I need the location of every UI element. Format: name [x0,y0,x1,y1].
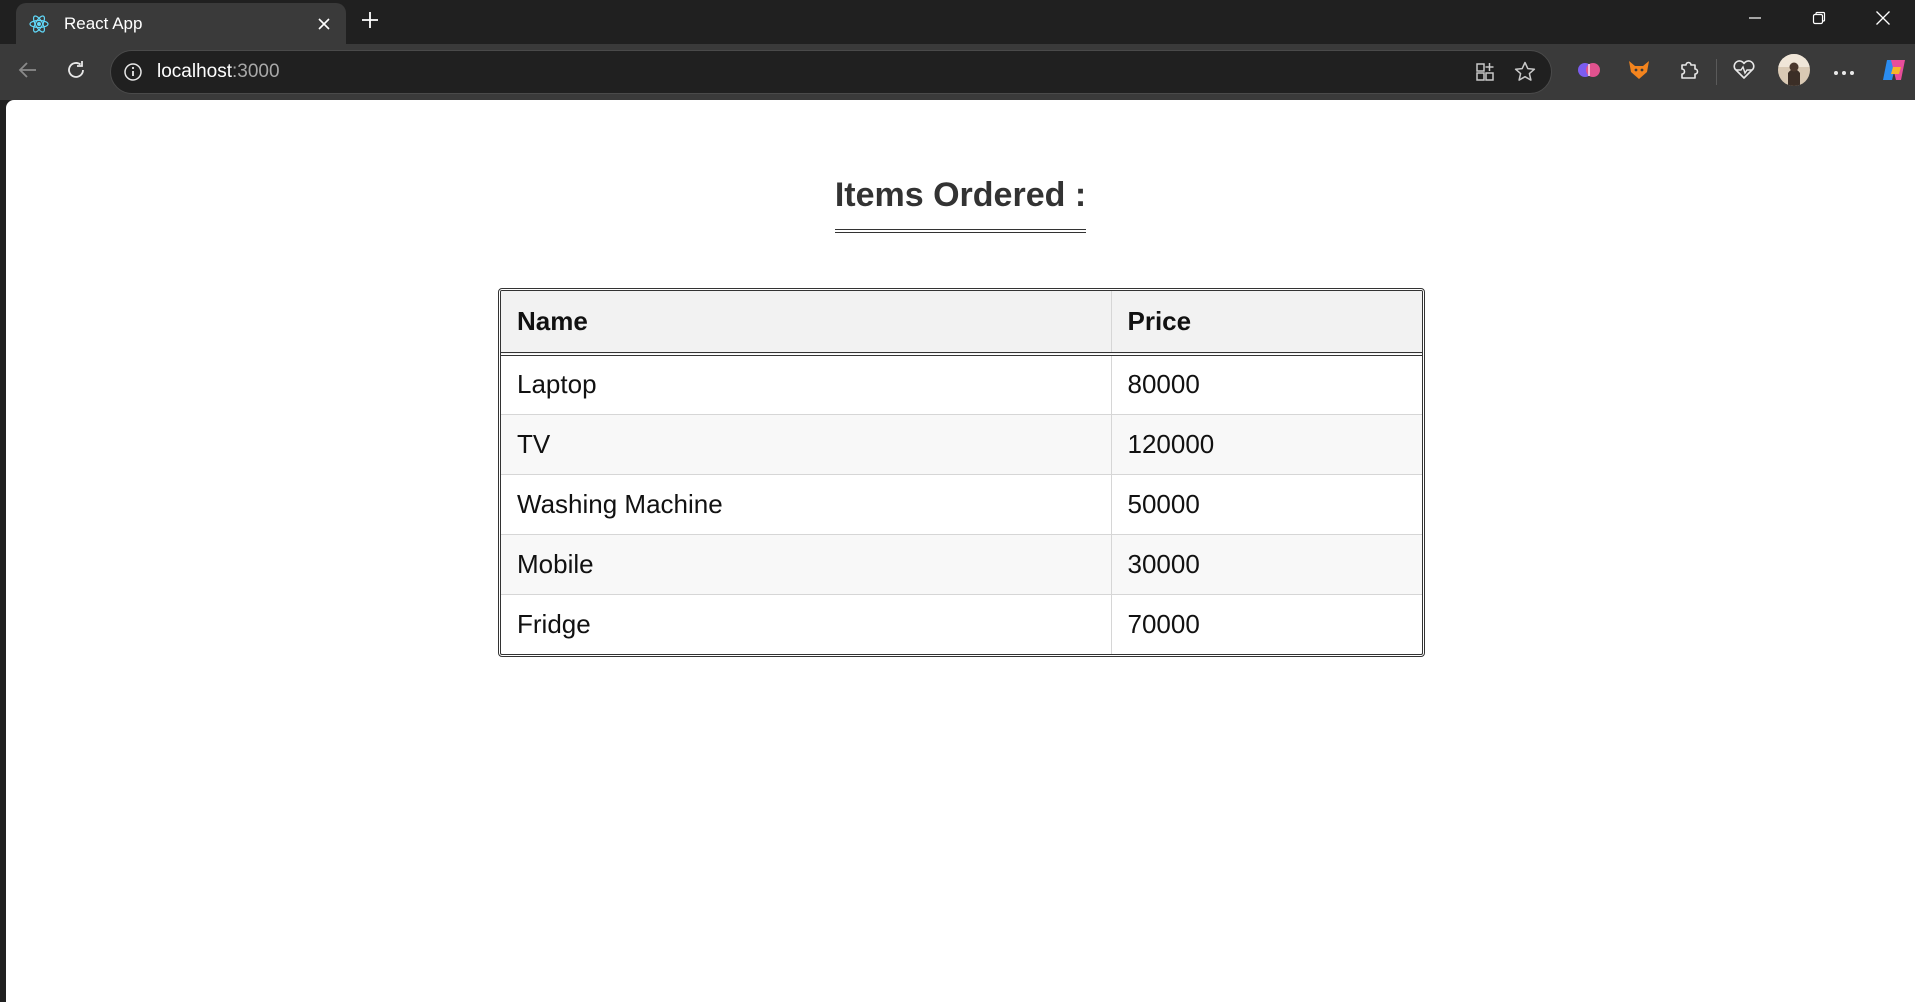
minimize-button[interactable] [1723,0,1787,40]
extensions-area [1564,50,1915,94]
item-price-cell: 120000 [1110,413,1422,474]
window-controls [1723,0,1915,40]
close-window-button[interactable] [1851,0,1915,40]
restore-button[interactable] [1787,0,1851,40]
heart-pulse-icon [1731,57,1757,88]
close-icon [1875,10,1891,31]
table-row: Mobile 30000 [501,533,1422,594]
url-host: localhost [157,61,232,82]
profile-button[interactable] [1769,50,1819,94]
items-table-container: Name Price Laptop 80000 TV 120000 Washin… [498,288,1425,657]
page-title: Items Ordered : [834,176,1087,233]
tab-title: React App [64,13,143,33]
title-bar: React App [0,0,1915,44]
app-available-icon[interactable] [1465,52,1505,92]
table-row: TV 120000 [501,413,1422,474]
minimize-icon [1748,11,1762,30]
brain-extension-button[interactable] [1564,50,1614,94]
react-logo-icon [28,13,50,35]
back-button[interactable] [10,54,46,90]
browser-toolbar: localhost:3000 [0,44,1915,100]
arrow-left-icon [17,59,39,86]
item-price-cell: 30000 [1110,533,1422,594]
avatar [1777,53,1811,92]
reload-button[interactable] [58,54,94,90]
items-table: Name Price Laptop 80000 TV 120000 Washin… [501,291,1422,654]
browser-tab[interactable]: React App [16,3,346,44]
item-price-cell: 70000 [1110,593,1422,654]
item-price-cell: 50000 [1110,473,1422,534]
item-name-cell: Laptop [517,369,597,400]
restore-icon [1812,11,1826,30]
more-dots-icon [1833,63,1855,81]
column-header-price: Price [1110,291,1422,356]
puzzle-icon [1677,58,1701,87]
copilot-button[interactable] [1869,50,1915,94]
reload-icon [65,59,87,86]
info-icon[interactable] [121,60,145,84]
brain-icon [1576,57,1602,88]
extensions-button[interactable] [1664,50,1714,94]
new-tab-button[interactable] [354,6,386,38]
page-viewport: Items Ordered : Name Price Laptop 80000 … [6,100,1915,1002]
copilot-icon [1879,55,1909,90]
item-name-cell: Mobile [501,533,1111,594]
url-text[interactable]: localhost:3000 [157,61,1465,83]
settings-more-button[interactable] [1819,50,1869,94]
item-price-cell: 80000 [1110,354,1422,414]
table-row: Fridge 70000 [501,593,1422,654]
item-name-cell: Fridge [501,593,1111,654]
address-bar[interactable]: localhost:3000 [110,50,1552,94]
table-row: Laptop 80000 [501,354,1422,414]
item-name-cell: Washing Machine [501,473,1111,534]
close-tab-icon[interactable] [310,10,338,38]
plus-icon [360,10,380,35]
table-row: Washing Machine 50000 [501,473,1422,534]
browser-essentials-button[interactable] [1719,50,1769,94]
fox-extension-button[interactable] [1614,50,1664,94]
column-header-name: Name [501,291,1111,356]
item-name-cell: TV [501,413,1111,474]
heading-container: Items Ordered : [6,176,1915,233]
table-header-row: Name Price [501,291,1422,356]
star-favorite-icon[interactable] [1505,52,1545,92]
fox-icon [1626,57,1652,88]
toolbar-separator [1716,59,1717,85]
url-port: :3000 [232,61,280,82]
